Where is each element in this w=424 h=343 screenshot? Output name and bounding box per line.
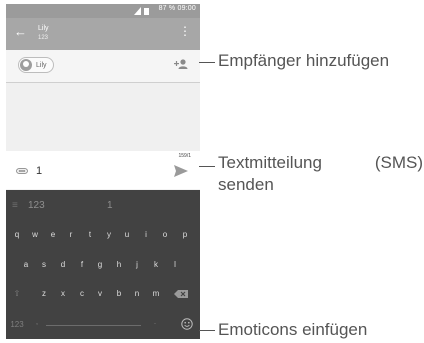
shift-icon[interactable]: ⇧ <box>10 289 24 298</box>
phone-screen: 87 % 09:00 ← Lily 123 ⋮ Lily 1 159/1 ≡ 1… <box>6 4 200 339</box>
contact-name: Lily <box>38 25 49 32</box>
emoji-icon[interactable] <box>181 318 193 330</box>
conversation-area <box>6 83 200 151</box>
callout-line-send <box>199 166 215 167</box>
key-q[interactable]: q <box>10 230 24 239</box>
signal-battery-icon <box>134 7 149 15</box>
overflow-menu-icon[interactable]: ⋮ <box>179 25 191 37</box>
comma-key[interactable]: , <box>30 317 44 326</box>
recipient-field[interactable]: Lily <box>6 50 200 83</box>
callout-send-word-1: Textmitteilung <box>218 153 322 172</box>
key-m[interactable]: m <box>149 289 163 298</box>
key-t[interactable]: t <box>83 230 97 239</box>
key-o[interactable]: o <box>158 230 172 239</box>
suggestion-divider-icon: ≡ <box>12 200 18 211</box>
period-key[interactable]: . <box>148 317 162 326</box>
key-a[interactable]: a <box>19 260 33 269</box>
suggestion-1[interactable]: 123 <box>28 200 45 211</box>
callout-send-word-2: (SMS) <box>374 153 423 172</box>
character-counter: 159/1 <box>178 153 191 159</box>
mode-switch-key[interactable]: 123 <box>8 320 26 329</box>
key-j[interactable]: j <box>130 260 144 269</box>
key-y[interactable]: y <box>102 230 116 239</box>
callout-line-add-recipient <box>199 62 215 63</box>
send-icon[interactable] <box>174 165 188 177</box>
status-bar: 87 % 09:00 <box>6 4 200 18</box>
key-g[interactable]: g <box>93 260 107 269</box>
key-n[interactable]: n <box>130 289 144 298</box>
compose-bar[interactable]: 1 159/1 <box>6 151 200 189</box>
key-p[interactable]: p <box>178 230 192 239</box>
key-k[interactable]: k <box>149 260 163 269</box>
keyboard: ≡ 123 1 q w e r t y u i o p a s d f g h … <box>6 190 200 339</box>
suggestion-2[interactable]: 1 <box>107 200 113 211</box>
callout-emoticons: Emoticons einfügen <box>218 320 368 339</box>
key-u[interactable]: u <box>120 230 134 239</box>
key-b[interactable]: b <box>112 289 126 298</box>
key-h[interactable]: h <box>112 260 126 269</box>
add-person-icon[interactable] <box>174 59 188 69</box>
attachment-count: 1 <box>36 165 43 177</box>
key-s[interactable]: s <box>37 260 51 269</box>
key-f[interactable]: f <box>75 260 89 269</box>
attachment-icon[interactable] <box>16 168 28 174</box>
contact-number: 123 <box>38 35 49 41</box>
key-r[interactable]: r <box>64 230 78 239</box>
key-z[interactable]: z <box>37 289 51 298</box>
back-arrow-icon[interactable]: ← <box>14 25 27 39</box>
key-l[interactable]: l <box>168 260 182 269</box>
key-e[interactable]: e <box>46 230 60 239</box>
key-v[interactable]: v <box>93 289 107 298</box>
app-bar: ← Lily 123 ⋮ <box>6 18 200 50</box>
avatar-icon <box>20 59 32 71</box>
callout-send-line2: senden <box>218 175 274 194</box>
callout-add-recipient: Empfänger hinzufügen <box>218 51 390 70</box>
callout-line-emoticons <box>199 330 215 331</box>
key-c[interactable]: c <box>75 289 89 298</box>
spacebar[interactable] <box>46 325 141 326</box>
backspace-icon[interactable] <box>174 290 188 298</box>
key-d[interactable]: d <box>56 260 70 269</box>
key-w[interactable]: w <box>28 230 42 239</box>
recipient-chip[interactable]: Lily <box>18 57 54 73</box>
status-text: 87 % 09:00 <box>158 5 196 12</box>
callout-send-line1: Textmitteilung (SMS) <box>218 153 423 173</box>
key-i[interactable]: i <box>139 230 153 239</box>
key-x[interactable]: x <box>56 289 70 298</box>
recipient-chip-label: Lily <box>36 61 47 69</box>
